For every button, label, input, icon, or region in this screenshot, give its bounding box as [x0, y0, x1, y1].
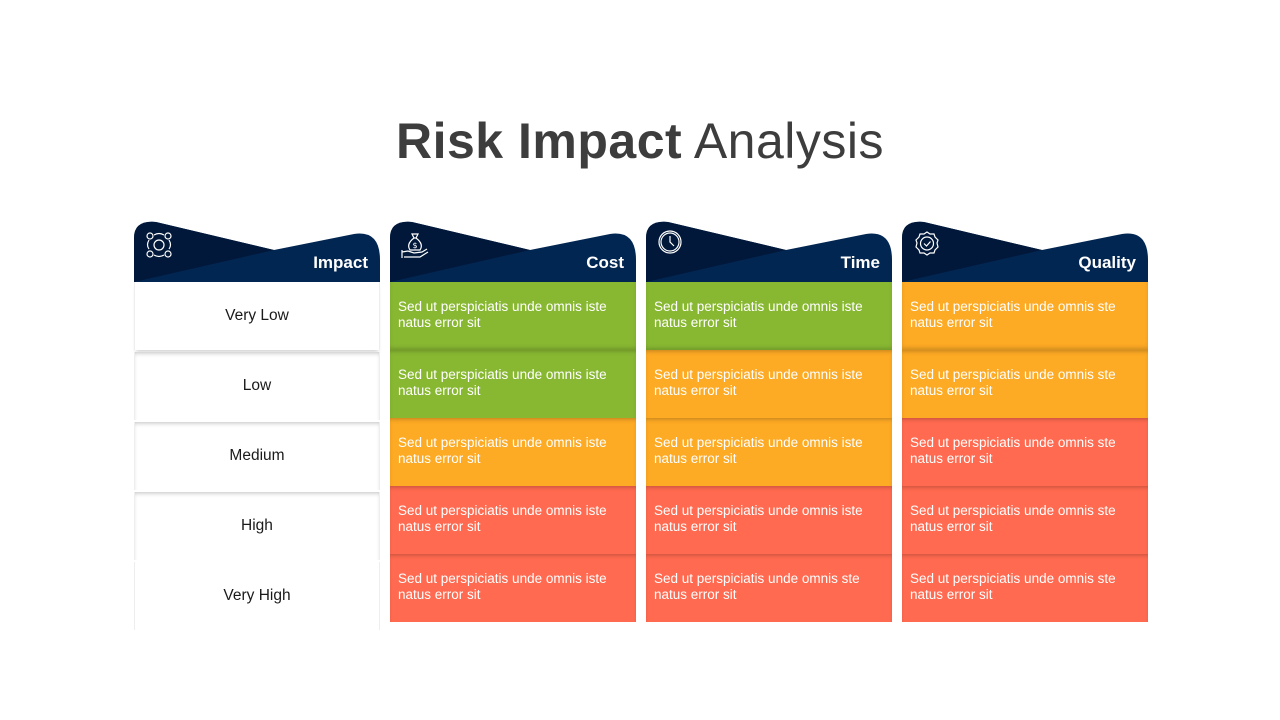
cell-text: Sed ut perspiciatis unde omnis iste natu…	[654, 435, 863, 466]
cell-text: Sed ut perspiciatis unde omnis iste natu…	[654, 503, 863, 534]
cell-text: Sed ut perspiciatis unde omnis iste natu…	[398, 435, 607, 466]
page-title: Risk Impact Analysis	[0, 112, 1280, 170]
cell-text: Sed ut perspiciatis unde omnis iste natu…	[398, 299, 607, 330]
cell-text: Sed ut perspiciatis unde omnis iste natu…	[398, 571, 607, 602]
level-label: Low	[242, 377, 272, 394]
title-light: Analysis	[693, 113, 884, 169]
level-row: High	[134, 492, 380, 560]
quality-header: Quality	[902, 220, 1148, 282]
time-column: Time Sed ut perspiciatis unde omnis iste…	[646, 220, 892, 622]
level-row: Low	[134, 352, 380, 420]
time-cells: Sed ut perspiciatis unde omnis iste natu…	[646, 282, 892, 622]
level-label: Medium	[229, 447, 285, 464]
time-cell: Sed ut perspiciatis unde omnis ste natus…	[646, 554, 892, 622]
quality-cell: Sed ut perspiciatis unde omnis ste natus…	[902, 554, 1148, 622]
svg-text:$: $	[412, 241, 417, 250]
level-label: Very High	[223, 587, 291, 604]
time-cell: Sed ut perspiciatis unde omnis iste natu…	[646, 486, 892, 554]
cost-cell: Sed ut perspiciatis unde omnis iste natu…	[390, 486, 636, 554]
quality-cell: Sed ut perspiciatis unde omnis ste natus…	[902, 282, 1148, 350]
quality-cells: Sed ut perspiciatis unde omnis ste natus…	[902, 282, 1148, 622]
time-cell: Sed ut perspiciatis unde omnis iste natu…	[646, 418, 892, 486]
clock-icon	[658, 230, 682, 254]
cell-text: Sed ut perspiciatis unde omnis iste natu…	[654, 367, 863, 398]
quality-column: Quality Sed ut perspiciatis unde omnis s…	[902, 220, 1148, 622]
column-label-cost: Cost	[586, 253, 624, 272]
time-cell: Sed ut perspiciatis unde omnis iste natu…	[646, 350, 892, 418]
cell-text: Sed ut perspiciatis unde omnis ste natus…	[910, 367, 1116, 398]
cell-text: Sed ut perspiciatis unde omnis ste natus…	[910, 435, 1116, 466]
cell-text: Sed ut perspiciatis unde omnis ste natus…	[910, 571, 1116, 602]
impact-column: Impact Very Low Low Medium High Very Hig…	[134, 220, 380, 632]
column-label-time: Time	[840, 253, 880, 272]
cell-text: Sed ut perspiciatis unde omnis iste natu…	[398, 503, 607, 534]
level-row: Medium	[134, 422, 380, 490]
quality-cell: Sed ut perspiciatis unde omnis ste natus…	[902, 418, 1148, 486]
cost-cells: Sed ut perspiciatis unde omnis iste natu…	[390, 282, 636, 622]
level-label: Very Low	[225, 307, 289, 324]
money-bag-hand-icon: $	[401, 233, 429, 258]
quality-cell: Sed ut perspiciatis unde omnis ste natus…	[902, 486, 1148, 554]
cost-cell: Sed ut perspiciatis unde omnis iste natu…	[390, 418, 636, 486]
cell-text: Sed ut perspiciatis unde omnis iste natu…	[654, 299, 863, 330]
level-row: Very High	[134, 562, 380, 630]
cell-text: Sed ut perspiciatis unde omnis ste natus…	[654, 571, 860, 602]
time-cell: Sed ut perspiciatis unde omnis iste natu…	[646, 282, 892, 350]
quality-badge-icon	[915, 231, 939, 256]
cost-header: $ Cost	[390, 220, 636, 282]
risk-cycle-icon	[146, 232, 172, 258]
column-label-quality: Quality	[1078, 253, 1136, 272]
impact-levels: Very Low Low Medium High Very High	[134, 282, 380, 630]
impact-header: Impact	[134, 220, 380, 282]
level-label: High	[241, 517, 273, 534]
quality-cell: Sed ut perspiciatis unde omnis ste natus…	[902, 350, 1148, 418]
cell-text: Sed ut perspiciatis unde omnis ste natus…	[910, 299, 1116, 330]
level-row: Very Low	[134, 282, 380, 350]
cell-text: Sed ut perspiciatis unde omnis iste natu…	[398, 367, 607, 398]
cell-text: Sed ut perspiciatis unde omnis ste natus…	[910, 503, 1116, 534]
column-label-impact: Impact	[313, 253, 368, 272]
cost-column: $ Cost Sed ut perspiciatis unde omnis is…	[390, 220, 636, 622]
cost-cell: Sed ut perspiciatis unde omnis iste natu…	[390, 554, 636, 622]
title-bold: Risk Impact	[396, 113, 683, 169]
time-header: Time	[646, 220, 892, 282]
cost-cell: Sed ut perspiciatis unde omnis iste natu…	[390, 282, 636, 350]
cost-cell: Sed ut perspiciatis unde omnis iste natu…	[390, 350, 636, 418]
